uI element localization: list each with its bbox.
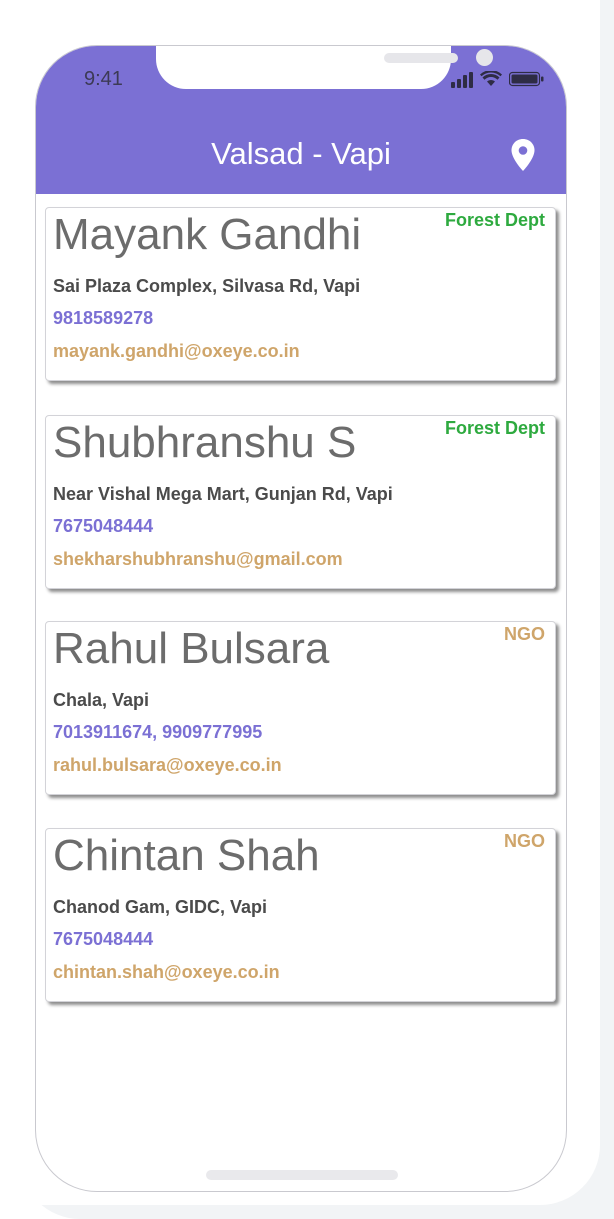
contact-card[interactable]: Rahul Bulsara NGO Chala, Vapi 7013911674… — [45, 621, 556, 795]
contact-card[interactable]: Shubhranshu S Forest Dept Near Vishal Me… — [45, 415, 556, 589]
contact-phone[interactable]: 9818589278 — [53, 308, 153, 329]
department-tag: NGO — [503, 831, 545, 851]
contact-email[interactable]: shekharshubhranshu@gmail.com — [53, 549, 343, 570]
wifi-icon — [480, 71, 502, 86]
status-time: 9:41 — [84, 68, 123, 90]
contact-card[interactable]: Mayank Gandhi Forest Dept Sai Plaza Comp… — [45, 207, 556, 381]
department-tag: NGO — [503, 624, 545, 644]
contact-email[interactable]: chintan.shah@oxeye.co.in — [53, 962, 280, 983]
phone-frame: 9:41 Valsad - Vapi Mayank Gandhi Forest … — [35, 45, 567, 1192]
contact-name: Mayank Gandhi — [53, 210, 362, 259]
home-indicator[interactable] — [206, 1170, 398, 1180]
speaker-grille — [384, 53, 458, 63]
contact-phone[interactable]: 7675048444 — [53, 516, 153, 537]
department-tag: Forest Dept — [444, 210, 545, 230]
contact-name: Chintan Shah — [53, 831, 320, 880]
contact-address: Chanod Gam, GIDC, Vapi — [53, 897, 268, 917]
department-tag: Forest Dept — [444, 418, 545, 438]
battery-icon — [509, 71, 544, 87]
contact-name: Rahul Bulsara — [53, 624, 330, 673]
phone-notch — [156, 46, 493, 89]
contact-address: Chala, Vapi — [53, 690, 150, 710]
contact-card[interactable]: Chintan Shah NGO Chanod Gam, GIDC, Vapi … — [45, 828, 556, 1002]
map-pin-icon[interactable] — [510, 138, 536, 172]
status-icons — [449, 70, 549, 88]
contact-phone[interactable]: 7675048444 — [53, 929, 153, 950]
page-title: Valsad - Vapi — [211, 136, 391, 171]
contact-email[interactable]: mayank.gandhi@oxeye.co.in — [53, 341, 300, 362]
front-camera — [476, 49, 493, 66]
contact-email[interactable]: rahul.bulsara@oxeye.co.in — [53, 755, 282, 776]
contact-name: Shubhranshu S — [53, 418, 357, 467]
contact-phone[interactable]: 7013911674, 9909777995 — [53, 722, 262, 743]
app-header: 9:41 Valsad - Vapi — [36, 46, 566, 194]
contact-address: Sai Plaza Complex, Silvasa Rd, Vapi — [53, 276, 361, 296]
contact-address: Near Vishal Mega Mart, Gunjan Rd, Vapi — [53, 484, 393, 504]
